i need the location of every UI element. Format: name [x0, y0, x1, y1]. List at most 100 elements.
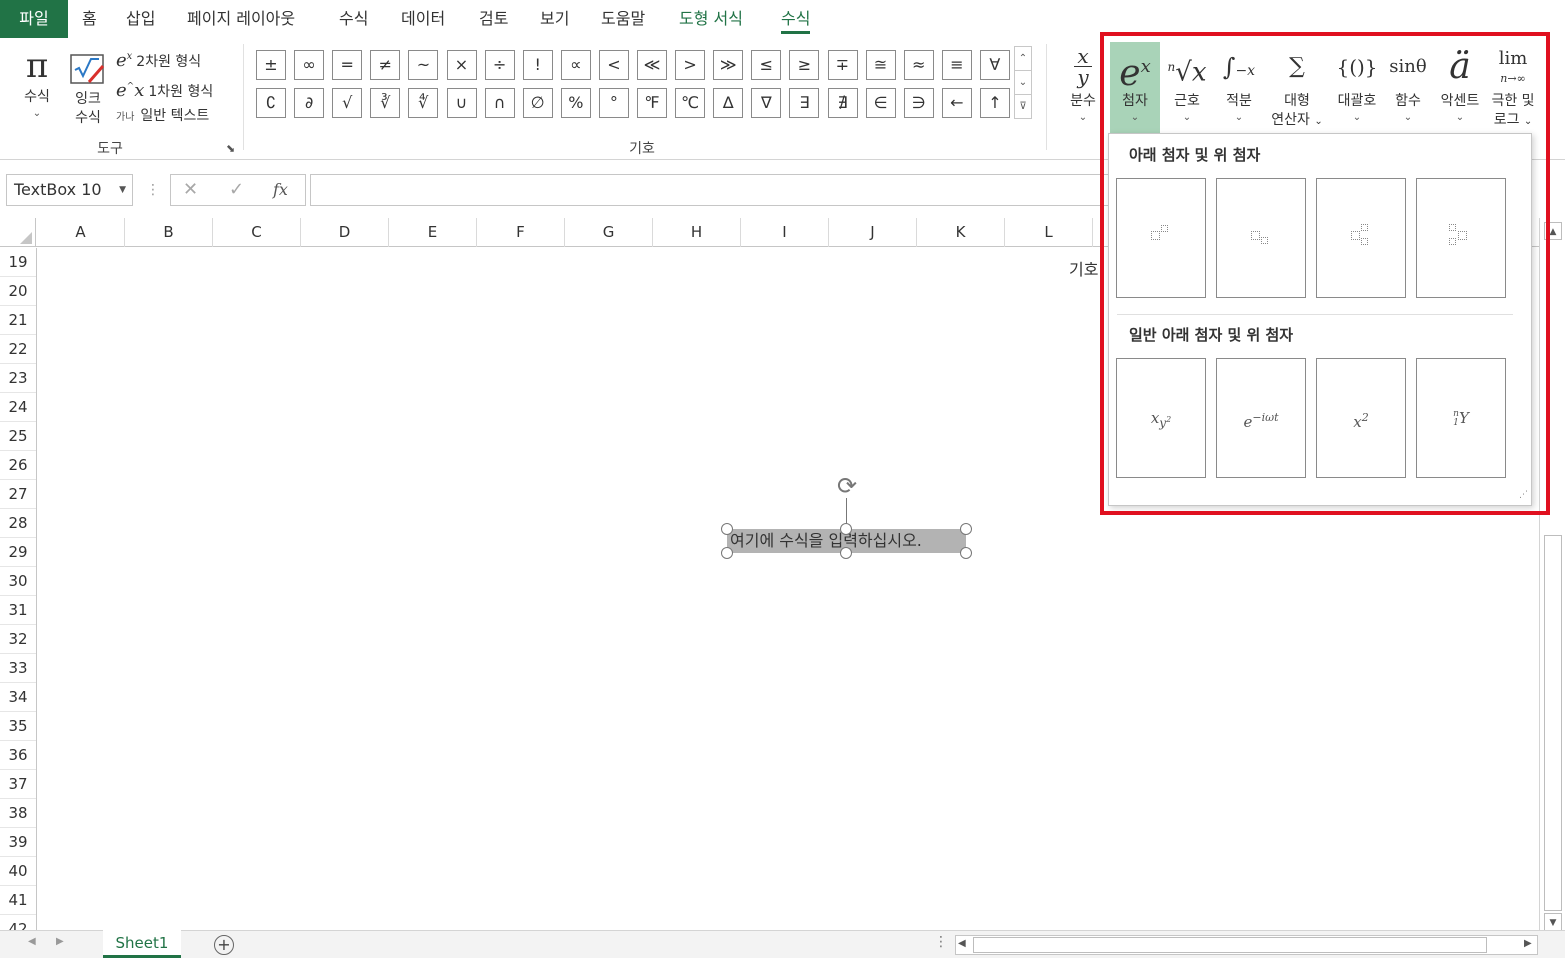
vertical-scroll-thumb[interactable] — [1544, 535, 1562, 911]
symbol-button[interactable]: ° — [598, 88, 629, 118]
symbol-button[interactable]: ℃ — [675, 88, 706, 118]
tab-review[interactable]: 검토 — [479, 0, 508, 38]
symbol-button[interactable]: ∋ — [903, 88, 934, 118]
symbol-button[interactable]: ∅ — [522, 88, 553, 118]
symbols-scroll-up[interactable]: ⌃ — [1014, 46, 1032, 71]
symbol-button[interactable]: ÷ — [484, 50, 515, 80]
symbol-button[interactable]: ∂ — [294, 88, 325, 118]
fraction-button[interactable]: xy 분수 ⌄ — [1062, 42, 1104, 125]
symbol-button[interactable]: ∓ — [827, 50, 858, 80]
resize-grip-icon[interactable]: ⋰ — [1519, 490, 1528, 500]
symbol-button[interactable]: ∇ — [751, 88, 782, 118]
row-header[interactable]: 24 — [0, 393, 36, 422]
horizontal-scroll-thumb[interactable] — [973, 937, 1487, 953]
symbol-button[interactable]: ≠ — [370, 50, 401, 80]
row-header[interactable]: 27 — [0, 480, 36, 509]
tab-shape-format[interactable]: 도형 서식 — [679, 0, 743, 38]
symbol-button[interactable]: × — [446, 50, 477, 80]
resize-handle[interactable] — [840, 547, 852, 559]
column-header[interactable]: B — [125, 218, 213, 247]
column-header[interactable]: C — [213, 218, 301, 247]
row-header[interactable]: 35 — [0, 712, 36, 741]
select-all-button[interactable] — [0, 218, 36, 247]
row-header[interactable]: 19 — [0, 248, 36, 277]
symbol-button[interactable]: ! — [522, 50, 553, 80]
formula-input[interactable] — [310, 174, 1110, 206]
ink-equation-button[interactable]: 잉크 수식 — [66, 46, 110, 128]
row-header[interactable]: 38 — [0, 799, 36, 828]
symbol-button[interactable]: √ — [332, 88, 363, 118]
symbol-button[interactable]: ∪ — [446, 88, 477, 118]
symbol-button[interactable]: ≪ — [637, 50, 667, 80]
symbol-button[interactable]: ↑ — [979, 88, 1010, 118]
symbol-button[interactable]: = — [332, 50, 363, 80]
integral-button[interactable]: ∫−x 적분 ⌄ — [1216, 42, 1262, 125]
professional-format-button[interactable]: ex 2차원 형식 — [116, 44, 201, 71]
symbol-button[interactable]: < — [598, 50, 629, 80]
tab-home[interactable]: 홈 — [82, 0, 97, 38]
resize-handle[interactable] — [840, 523, 852, 535]
symbol-button[interactable]: ~ — [408, 50, 439, 80]
symbol-button[interactable]: ∁ — [256, 88, 286, 118]
column-header[interactable]: H — [653, 218, 741, 247]
symbol-button[interactable]: ∞ — [294, 50, 325, 80]
linear-format-button[interactable]: e^x 1차원 형식 — [116, 74, 213, 101]
bracket-button[interactable]: {()} 대괄호 ⌄ — [1332, 42, 1382, 125]
row-header[interactable]: 22 — [0, 335, 36, 364]
resize-handle[interactable] — [960, 523, 972, 535]
row-header[interactable]: 34 — [0, 683, 36, 712]
row-header[interactable]: 30 — [0, 567, 36, 596]
row-header[interactable]: 39 — [0, 828, 36, 857]
superscript-template[interactable] — [1116, 178, 1206, 298]
dialog-launcher-icon[interactable]: ⬊ — [226, 142, 235, 155]
add-sheet-icon[interactable]: + — [214, 935, 234, 955]
symbol-button[interactable]: ≤ — [751, 50, 782, 80]
cancel-icon[interactable]: ✕ — [183, 175, 198, 205]
symbol-button[interactable]: % — [560, 88, 591, 118]
tab-page-layout[interactable]: 페이지 레이아웃 — [187, 0, 295, 38]
column-header[interactable]: I — [741, 218, 829, 247]
tab-formulas[interactable]: 수식 — [339, 0, 368, 38]
name-box[interactable]: TextBox 10 ▼ — [6, 174, 133, 206]
column-header[interactable]: J — [829, 218, 917, 247]
tab-insert[interactable]: 삽입 — [126, 0, 155, 38]
function-button[interactable]: sinθ 함수 ⌄ — [1386, 42, 1430, 125]
row-header[interactable]: 37 — [0, 770, 36, 799]
symbol-button[interactable]: ≅ — [865, 50, 896, 80]
equation-button[interactable]: π 수식 ⌄ — [14, 44, 60, 121]
left-subscript-superscript-template[interactable] — [1416, 178, 1506, 298]
limit-log-button[interactable]: lim n→∞ 극한 및 로그 ⌄ — [1488, 42, 1538, 131]
tab-view[interactable]: 보기 — [540, 0, 569, 38]
symbol-button[interactable]: ∜ — [408, 88, 439, 118]
scroll-up-icon[interactable]: ▲ — [1544, 222, 1562, 240]
row-header[interactable]: 25 — [0, 422, 36, 451]
example-e-minus-i-omega-t[interactable]: e−iωt — [1216, 358, 1306, 478]
insert-function-icon[interactable]: fx — [273, 175, 288, 205]
tab-file[interactable]: 파일 — [0, 0, 68, 38]
column-header[interactable]: F — [477, 218, 565, 247]
normal-text-button[interactable]: 가나 일반 텍스트 — [116, 103, 209, 129]
symbol-button[interactable]: ∆ — [713, 88, 744, 118]
row-header[interactable]: 23 — [0, 364, 36, 393]
large-operator-button[interactable]: ∑ 대형 연산자 ⌄ — [1266, 42, 1328, 131]
row-header[interactable]: 29 — [0, 538, 36, 567]
symbol-button[interactable]: ∀ — [979, 50, 1010, 80]
column-header[interactable]: A — [37, 218, 125, 247]
subscript-superscript-template[interactable] — [1316, 178, 1406, 298]
row-header[interactable]: 26 — [0, 451, 36, 480]
enter-icon[interactable]: ✓ — [229, 175, 244, 205]
scroll-left-icon[interactable]: ◀ — [958, 938, 966, 949]
row-header[interactable]: 33 — [0, 654, 36, 683]
column-header[interactable]: D — [301, 218, 389, 247]
example-x-squared[interactable]: x2 — [1316, 358, 1406, 478]
row-header[interactable]: 20 — [0, 277, 36, 306]
symbol-button[interactable]: ∩ — [484, 88, 515, 118]
row-header[interactable]: 28 — [0, 509, 36, 538]
script-button[interactable]: ex 첨자 ⌄ — [1110, 42, 1160, 136]
column-header[interactable]: L — [1005, 218, 1093, 247]
symbol-button[interactable]: ≥ — [789, 50, 820, 80]
row-header[interactable]: 31 — [0, 596, 36, 625]
prev-sheet-icon[interactable]: ◀ — [28, 936, 36, 947]
resize-handle[interactable] — [721, 523, 733, 535]
symbol-button[interactable]: ≡ — [941, 50, 972, 80]
